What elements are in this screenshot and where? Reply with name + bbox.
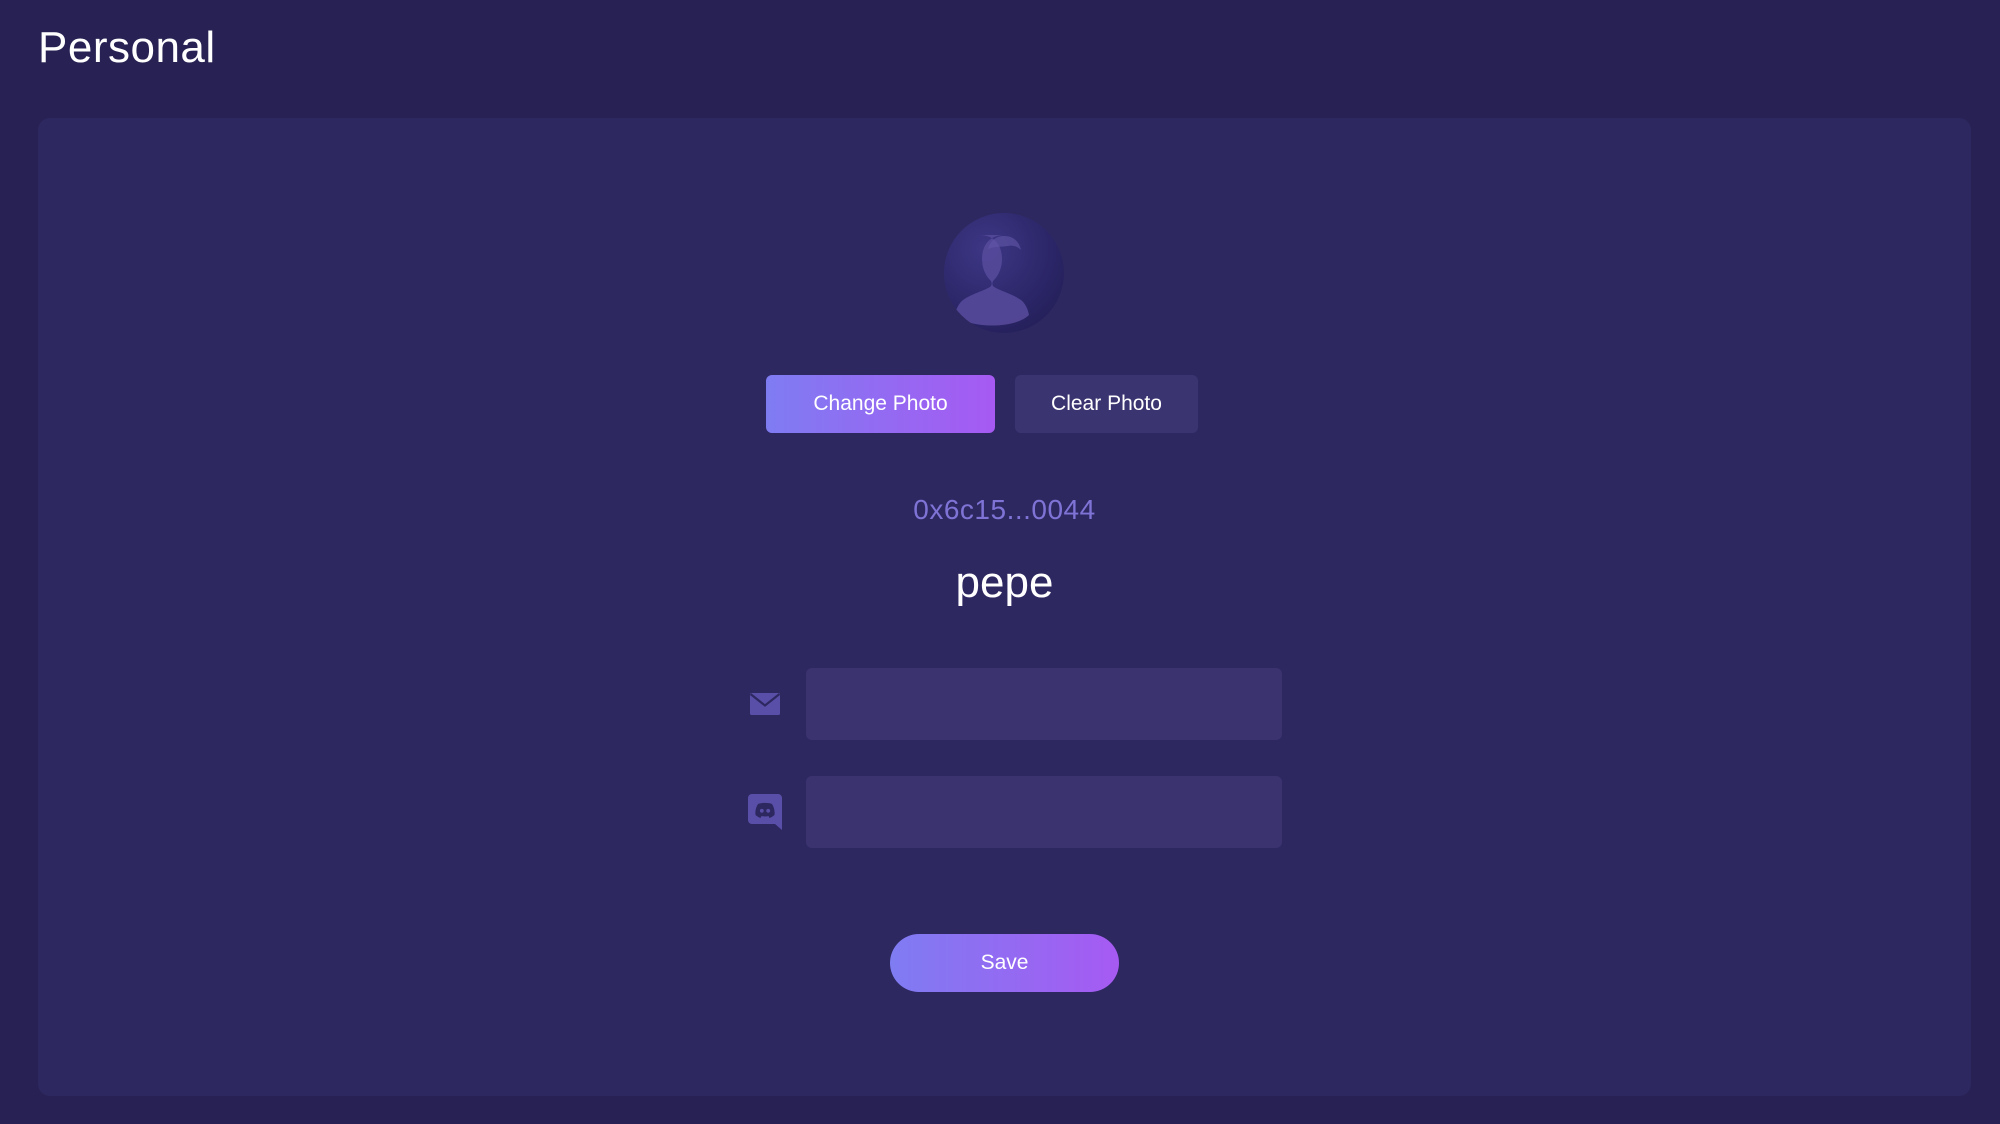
- save-button[interactable]: Save: [890, 934, 1119, 992]
- discord-row: [738, 776, 1282, 848]
- email-field[interactable]: [806, 668, 1282, 740]
- avatar: [944, 213, 1064, 333]
- user-silhouette-icon: [955, 235, 1029, 326]
- photo-actions: Change Photo Clear Photo: [766, 375, 1198, 433]
- profile-card: Change Photo Clear Photo 0x6c15...0044 p…: [38, 118, 1971, 1096]
- wallet-address: 0x6c15...0044: [913, 494, 1096, 525]
- change-photo-button[interactable]: Change Photo: [766, 375, 995, 433]
- username: pepe: [955, 558, 1054, 607]
- discord-icon: [738, 792, 792, 832]
- email-row: [738, 668, 1282, 740]
- page-title: Personal: [38, 23, 216, 72]
- clear-photo-button[interactable]: Clear Photo: [1015, 375, 1198, 433]
- mail-icon: [738, 684, 792, 724]
- discord-field[interactable]: [806, 776, 1282, 848]
